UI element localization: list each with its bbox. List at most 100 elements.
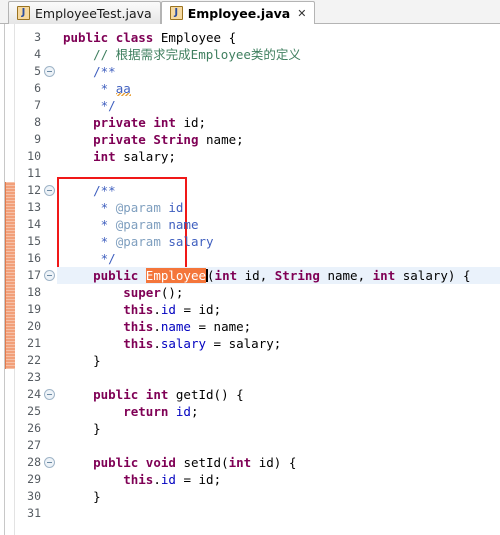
tab-employee-java[interactable]: Employee.java ✕: [160, 1, 316, 25]
code-line[interactable]: // 根据需求完成Employee类的定义: [57, 46, 500, 63]
code-keyword: public: [93, 387, 139, 402]
code-line[interactable]: this.id = id;: [57, 471, 500, 488]
tab-label: Employee.java: [187, 5, 291, 21]
code-line[interactable]: this.salary = salary;: [57, 335, 500, 352]
code-comment: // 根据需求完成Employee类的定义: [93, 47, 301, 62]
code-line[interactable]: [57, 369, 500, 386]
code-field: name: [160, 319, 191, 334]
code-line[interactable]: public int getId() {: [57, 386, 500, 403]
line-number: 3: [34, 30, 41, 44]
line-number: 31: [27, 506, 41, 520]
code-line[interactable]: * @param name: [57, 216, 500, 233]
code-punctuation: [153, 30, 161, 45]
code-line[interactable]: public void setId(int id) {: [57, 454, 500, 471]
line-number: 12: [27, 183, 41, 197]
fold-collapse-icon[interactable]: [44, 270, 55, 281]
code-punctuation: ;: [236, 132, 244, 147]
code-punctuation: =: [190, 319, 214, 334]
line-number: 22: [27, 353, 41, 367]
code-line[interactable]: [57, 165, 500, 182]
code-field: id: [160, 302, 176, 317]
fold-collapse-icon[interactable]: [44, 389, 55, 400]
code-line[interactable]: [57, 437, 500, 454]
code-punctuation: ) {: [273, 455, 297, 470]
line-number: 30: [27, 489, 41, 503]
code-punctuation: ;: [213, 302, 222, 317]
code-line[interactable]: super();: [57, 284, 500, 301]
code-line[interactable]: public class Employee {: [57, 29, 500, 46]
code-punctuation: ();: [160, 285, 184, 300]
line-number: 18: [27, 285, 41, 299]
code-identifier: id: [244, 268, 260, 283]
code-punctuation: ) {: [447, 268, 471, 283]
line-number-gutter[interactable]: 3 4 5 6 7 8 9 10 11 12 13 14 15 16 17 18 19 20 21 22 23 24 25 2…: [15, 24, 57, 535]
code-line[interactable]: */: [57, 97, 500, 114]
code-keyword: int: [228, 455, 252, 470]
code-punctuation: [168, 404, 176, 419]
code-punctuation: [168, 387, 176, 402]
code-keyword: public: [93, 455, 139, 470]
code-punctuation: ;: [243, 319, 252, 334]
code-keyword: this: [123, 302, 154, 317]
code-line[interactable]: public Employee(int id, String name, int…: [57, 267, 500, 284]
editor-tab-bar: EmployeeTest.java Employee.java ✕: [0, 0, 500, 25]
code-line[interactable]: }: [57, 420, 500, 437]
line-number: 24: [27, 387, 41, 401]
code-line[interactable]: }: [57, 488, 500, 505]
code-punctuation: (: [207, 268, 215, 283]
code-punctuation: =: [175, 302, 199, 317]
code-punctuation: }: [93, 489, 101, 504]
code-area[interactable]: public class Employee { // 根据需求完成Employe…: [57, 24, 500, 535]
code-identifier: salary: [402, 268, 448, 283]
code-line[interactable]: [57, 505, 500, 522]
line-number: 27: [27, 438, 41, 452]
code-line[interactable]: /**: [57, 63, 500, 80]
spelling-warning: aa: [115, 81, 131, 96]
code-line[interactable]: private String name;: [57, 131, 500, 148]
code-keyword: public: [63, 30, 109, 45]
javadoc: *: [100, 81, 116, 96]
line-number: 20: [27, 319, 41, 333]
code-identifier: salary: [123, 149, 169, 164]
selected-text[interactable]: Employee: [145, 268, 207, 283]
java-file-icon: [17, 6, 30, 20]
code-keyword: int: [372, 268, 396, 283]
code-field: salary: [160, 336, 207, 351]
code-punctuation: .: [153, 302, 161, 317]
code-line[interactable]: * @param id: [57, 199, 500, 216]
code-identifier: getId: [175, 387, 214, 402]
line-number: 11: [27, 166, 41, 180]
javadoc: *: [100, 200, 116, 215]
close-icon[interactable]: ✕: [297, 8, 306, 19]
code-punctuation: () {: [213, 387, 244, 402]
line-number: 10: [27, 149, 41, 163]
line-number: 7: [34, 98, 41, 112]
code-line[interactable]: return id;: [57, 403, 500, 420]
code-line[interactable]: private int id;: [57, 114, 500, 131]
line-number: 4: [34, 47, 41, 61]
javadoc-tag: @param: [115, 217, 161, 232]
code-identifier: id: [183, 115, 199, 130]
code-identifier: name: [327, 268, 358, 283]
javadoc-tag: @param: [115, 200, 161, 215]
code-line[interactable]: this.id = id;: [57, 301, 500, 318]
line-number: 26: [27, 421, 41, 435]
code-line[interactable]: */: [57, 250, 500, 267]
javadoc: /**: [93, 64, 116, 79]
javadoc: *: [100, 217, 116, 232]
code-punctuation: ;: [168, 149, 176, 164]
fold-collapse-icon[interactable]: [44, 457, 55, 468]
code-line[interactable]: /**: [57, 182, 500, 199]
code-editor[interactable]: 3 4 5 6 7 8 9 10 11 12 13 14 15 16 17 18 19 20 21 22 23 24 25 2…: [0, 24, 500, 535]
code-line[interactable]: * @param salary: [57, 233, 500, 250]
code-line[interactable]: * aa: [57, 80, 500, 97]
code-keyword: private: [93, 132, 146, 147]
code-line[interactable]: this.name = name;: [57, 318, 500, 335]
tab-employeetest-java[interactable]: EmployeeTest.java: [8, 1, 161, 24]
code-keyword: int: [153, 115, 176, 130]
code-keyword: this: [123, 472, 154, 487]
code-line[interactable]: }: [57, 352, 500, 369]
code-line[interactable]: int salary;: [57, 148, 500, 165]
fold-collapse-icon[interactable]: [44, 185, 55, 196]
fold-collapse-icon[interactable]: [44, 66, 55, 77]
